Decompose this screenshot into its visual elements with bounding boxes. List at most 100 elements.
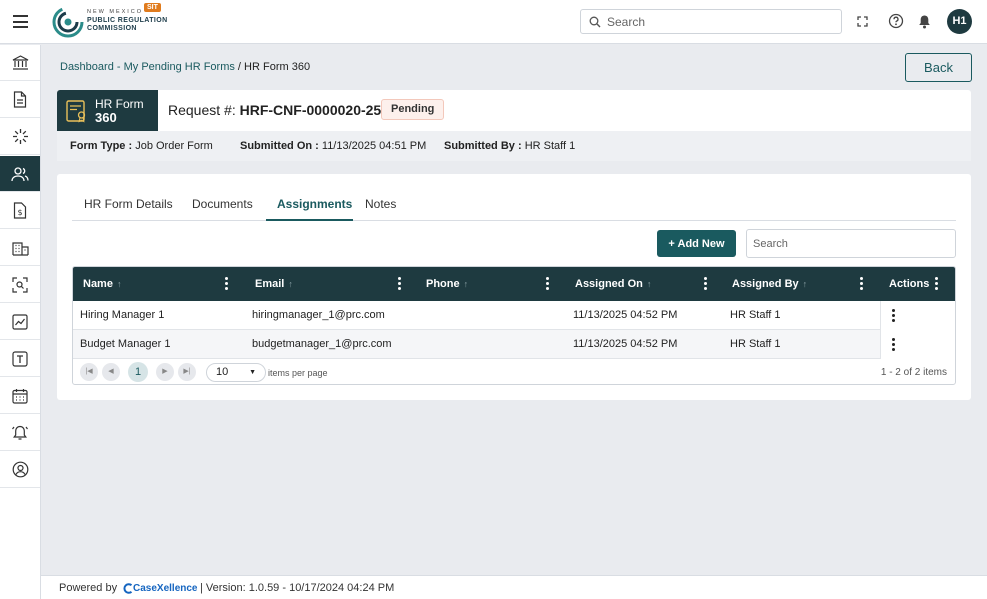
casexellence-logo-icon — [123, 583, 133, 594]
global-search[interactable] — [580, 9, 842, 34]
building-icon — [11, 241, 29, 256]
column-menu-icon[interactable] — [398, 277, 401, 290]
current-page-button[interactable]: 1 — [128, 362, 148, 382]
column-menu-icon[interactable] — [860, 277, 863, 290]
top-bar: NEW MEXICO PUBLIC REGULATION COMMISSION … — [0, 0, 987, 44]
column-header-email[interactable]: Email ↑ — [255, 278, 293, 290]
sort-arrow-icon: ↑ — [116, 279, 122, 289]
prc-logo[interactable]: NEW MEXICO PUBLIC REGULATION COMMISSION … — [52, 3, 182, 39]
request-number: Request #: HRF-CNF-0000020-25 — [168, 102, 381, 118]
calendar-icon — [12, 388, 28, 404]
row-actions-icon[interactable] — [892, 309, 895, 324]
sidebar-item-activity[interactable] — [0, 119, 40, 155]
form-tag-title: HR Form — [95, 97, 144, 111]
tab-assignments[interactable]: Assignments — [277, 197, 352, 211]
grid-search-input[interactable] — [746, 229, 956, 258]
tab-documents[interactable]: Documents — [192, 197, 253, 211]
next-page-icon[interactable]: ▶ — [156, 363, 174, 381]
previous-page-icon[interactable]: ◀ — [102, 363, 120, 381]
sidebar-item-lookup[interactable] — [0, 267, 40, 303]
cell-email: budgetmanager_1@prc.com — [252, 338, 392, 350]
column-header-phone[interactable]: Phone ↑ — [426, 278, 468, 290]
last-page-icon[interactable]: ▶| — [178, 363, 196, 381]
submitted-on-label: Submitted On : — [240, 140, 319, 152]
svg-text:$: $ — [17, 208, 22, 217]
bank-icon — [12, 55, 28, 70]
footer: Powered by CaseXellence | Version: 1.0.5… — [41, 575, 987, 599]
menu-icon[interactable] — [13, 15, 28, 28]
cell-assigned-on: 11/13/2025 04:52 PM — [573, 338, 678, 350]
sidebar-item-reports[interactable] — [0, 304, 40, 340]
sidebar-item-templates[interactable] — [0, 341, 40, 377]
form-meta-bar: Form Type : Job Order Form Submitted On … — [57, 131, 971, 161]
request-header: HR Form 360 Request #: HRF-CNF-0000020-2… — [57, 90, 971, 131]
sort-arrow-icon: ↑ — [802, 279, 808, 289]
cell-assigned-by: HR Staff 1 — [730, 309, 781, 321]
alarm-icon — [12, 425, 28, 440]
request-number-value: HRF-CNF-0000020-25 — [239, 102, 382, 118]
page-size-select[interactable]: 10 ▼ — [206, 363, 266, 382]
logo-text: NEW MEXICO PUBLIC REGULATION COMMISSION — [87, 9, 168, 32]
sort-arrow-icon: ↑ — [646, 279, 652, 289]
breadcrumb-separator: / — [234, 61, 245, 73]
column-menu-icon[interactable] — [225, 277, 228, 290]
column-header-assigned-by[interactable]: Assigned By ↑ — [732, 278, 807, 290]
tab-notes[interactable]: Notes — [365, 197, 396, 211]
table-row[interactable]: Budget Manager 1 budgetmanager_1@prc.com… — [73, 330, 955, 359]
dollar-document-icon: $ — [13, 202, 27, 219]
request-number-label: Request #: — [168, 102, 236, 118]
bell-icon[interactable] — [918, 14, 931, 29]
sidebar-item-bank[interactable] — [0, 45, 40, 81]
add-new-button[interactable]: + Add New — [657, 230, 736, 257]
logo-line-2: PUBLIC REGULATION — [87, 16, 168, 24]
column-header-name[interactable]: Name ↑ — [83, 278, 121, 290]
sort-arrow-icon: ↑ — [463, 279, 469, 289]
breadcrumb-pending-forms[interactable]: My Pending HR Forms — [124, 61, 235, 73]
back-button[interactable]: Back — [905, 53, 972, 82]
column-menu-icon[interactable] — [704, 277, 707, 290]
logo-line-3: COMMISSION — [87, 24, 137, 32]
template-icon — [12, 350, 28, 367]
column-phone-label: Phone — [426, 278, 460, 290]
search-user-icon — [12, 276, 28, 293]
column-name-label: Name — [83, 278, 113, 290]
user-circle-icon — [12, 461, 28, 478]
column-menu-icon[interactable] — [935, 277, 938, 290]
column-header-assigned-on[interactable]: Assigned On ↑ — [575, 278, 651, 290]
sparkle-icon — [12, 129, 28, 144]
chart-icon — [12, 313, 28, 330]
submitted-on-value: 11/13/2025 04:51 PM — [321, 140, 427, 152]
cell-actions — [880, 301, 955, 330]
sidebar-item-finance[interactable]: $ — [0, 193, 40, 229]
submitted-by-label: Submitted By : — [444, 140, 522, 152]
first-page-icon[interactable]: |◀ — [80, 363, 98, 381]
column-menu-icon[interactable] — [546, 277, 549, 290]
version-info: | Version: 1.0.59 - 10/17/2024 04:24 PM — [200, 582, 395, 594]
tab-hr-form-details[interactable]: HR Form Details — [84, 197, 173, 211]
user-avatar[interactable]: H1 — [947, 9, 972, 34]
sidebar-item-profile[interactable] — [0, 452, 40, 488]
sidebar-item-alerts[interactable] — [0, 415, 40, 451]
column-assigned-on-label: Assigned On — [575, 278, 643, 290]
search-icon — [589, 16, 601, 28]
sidebar-item-calendar[interactable] — [0, 378, 40, 414]
help-icon[interactable] — [888, 13, 904, 29]
row-actions-icon[interactable] — [892, 338, 895, 353]
form-tag: HR Form 360 — [57, 90, 158, 131]
fullscreen-icon[interactable] — [857, 16, 868, 27]
sidebar-item-documents[interactable] — [0, 82, 40, 118]
status-badge: Pending — [381, 99, 445, 120]
cell-assigned-by: HR Staff 1 — [730, 338, 781, 350]
breadcrumb-dashboard[interactable]: Dashboard — [60, 61, 114, 73]
powered-by-label: Powered by — [59, 582, 118, 594]
users-icon — [11, 166, 29, 181]
breadcrumb-separator: - — [113, 61, 124, 73]
global-search-input[interactable] — [607, 13, 832, 30]
items-per-page-label: items per page — [268, 368, 328, 378]
tab-bar: HR Form Details Documents Assignments No… — [72, 192, 956, 221]
column-header-actions: Actions — [889, 278, 930, 290]
sidebar-item-hr[interactable] — [0, 156, 40, 192]
sidebar-item-organizations[interactable] — [0, 230, 40, 266]
table-row[interactable]: Hiring Manager 1 hiringmanager_1@prc.com… — [73, 301, 955, 330]
form-type-value: Job Order Form — [135, 140, 213, 152]
